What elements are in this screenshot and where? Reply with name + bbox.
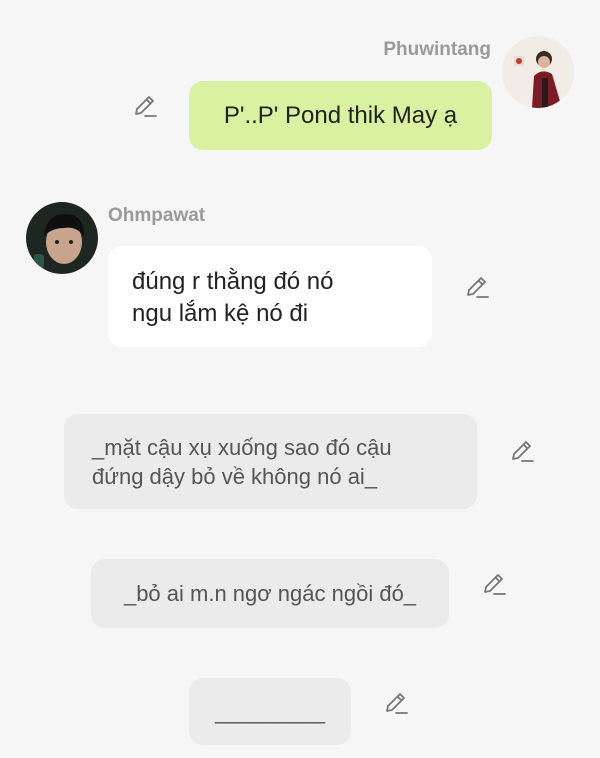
avatar-photo-icon [502,36,574,108]
pencil-edit-icon[interactable] [463,274,491,302]
outgoing-message-bubble[interactable]: P'..P' Pond thik May ạ [189,81,492,150]
sender-avatar-ohmpawat[interactable] [26,202,98,274]
narration-bubble[interactable]: _________ [189,678,351,745]
pencil-edit-icon[interactable] [382,690,410,718]
narration-text: _________ [214,699,326,724]
narration-bubble[interactable]: _bỏ ai m.n ngơ ngác ngồi đó_ [91,559,449,628]
sender-avatar-phuwintang[interactable] [502,36,574,108]
narration-text: _mặt cậu xụ xuống sao đó cậu đứng dậy bỏ… [92,434,392,489]
pencil-edit-icon[interactable] [508,438,536,466]
message-text: P'..P' Pond thik May ạ [223,101,458,129]
narration-bubble[interactable]: _mặt cậu xụ xuống sao đó cậu đứng dậy bỏ… [64,414,477,509]
message-text: đúng r thằng đó nó ngu lắm kệ nó đi [132,268,334,327]
sender-name: Ohmpawat [108,205,206,226]
pencil-edit-icon[interactable] [480,571,508,599]
narration-text: _bỏ ai m.n ngơ ngác ngồi đó_ [123,581,417,606]
avatar-photo-icon [26,202,98,274]
pencil-edit-icon[interactable] [131,93,159,121]
sender-name: Phuwintang [383,39,491,60]
incoming-message-bubble[interactable]: đúng r thằng đó nó ngu lắm kệ nó đi [108,246,432,347]
